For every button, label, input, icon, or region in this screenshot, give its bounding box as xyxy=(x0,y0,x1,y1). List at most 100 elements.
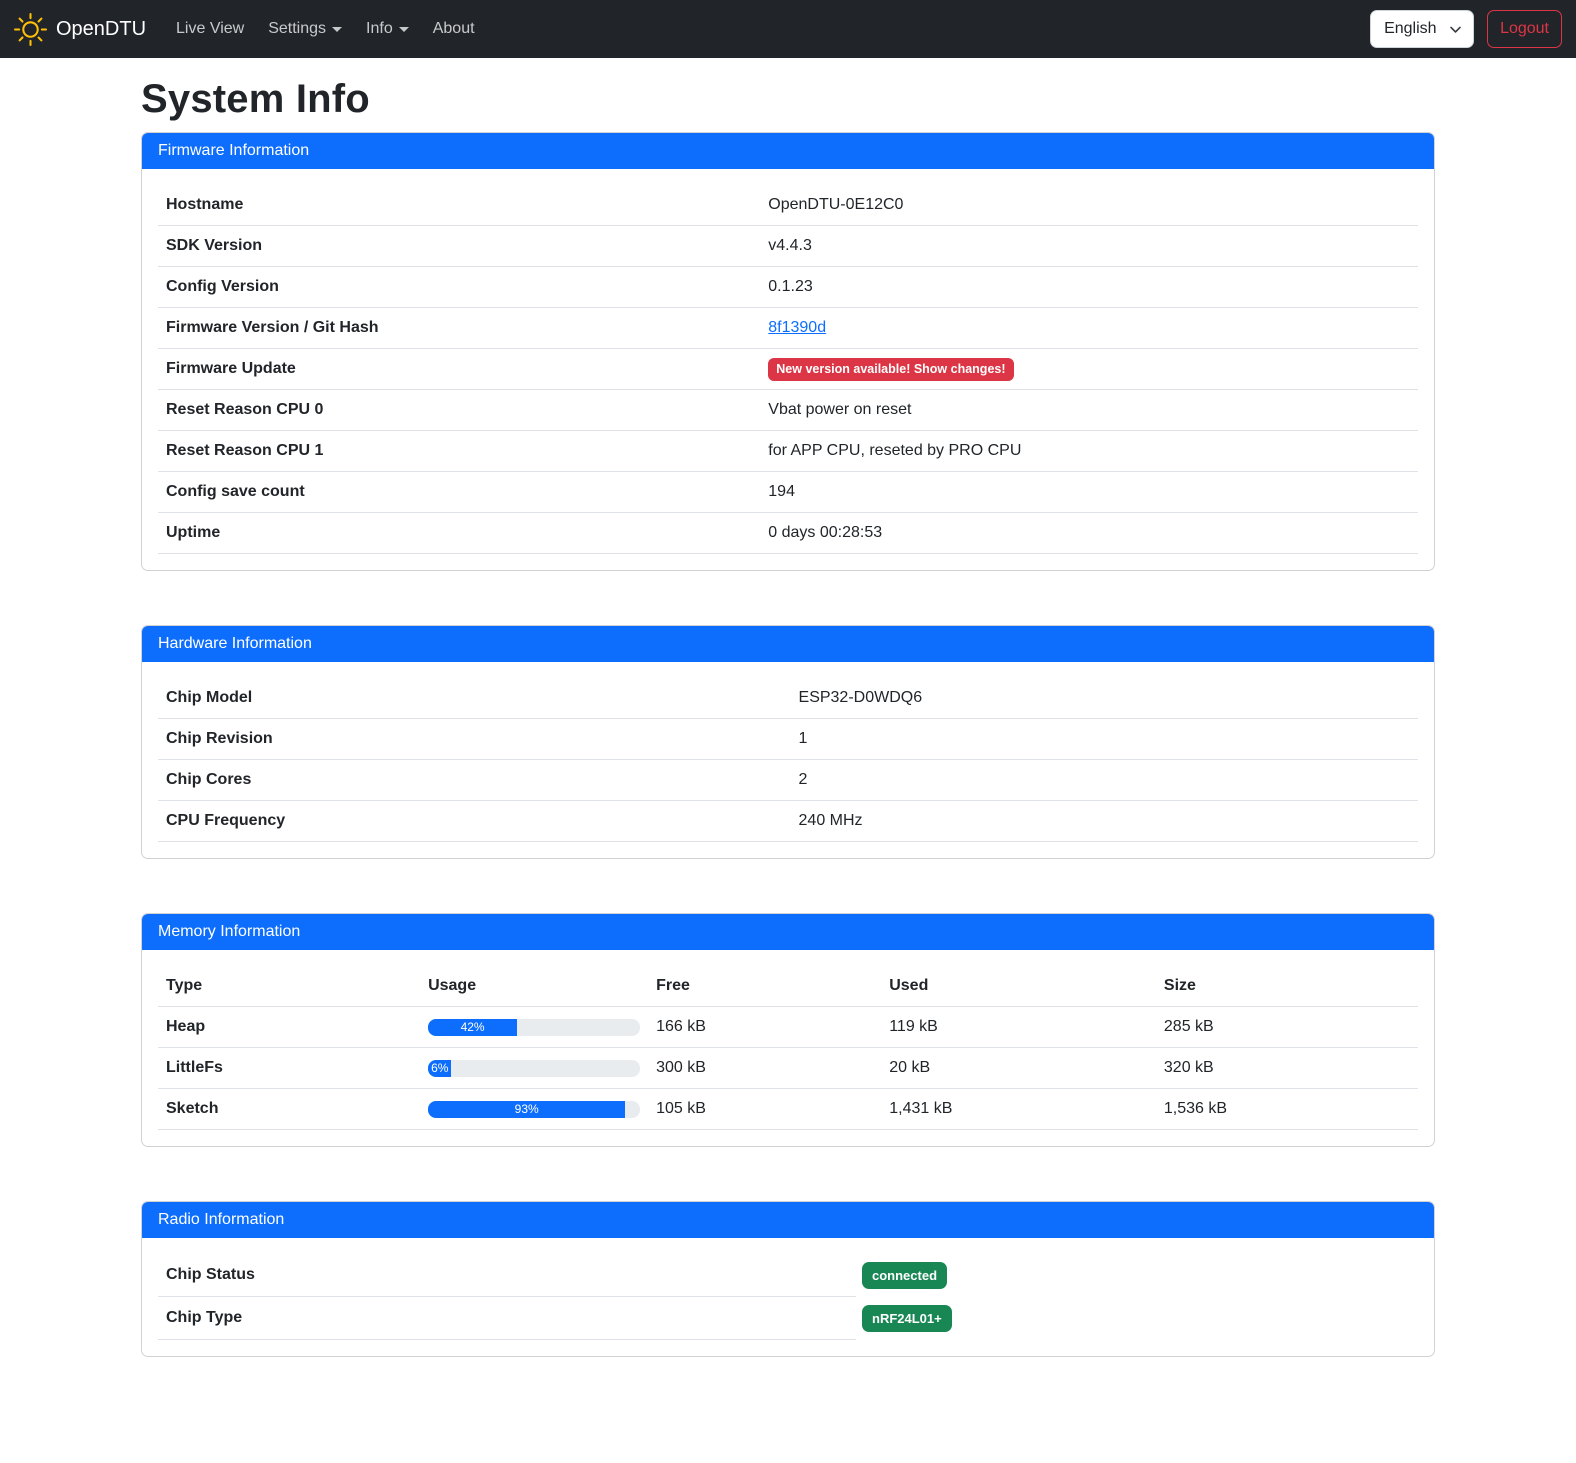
row-label: Chip Model xyxy=(158,678,791,719)
hardware-table: Chip Model ESP32-D0WDQ6 Chip Revision 1 … xyxy=(158,678,1418,842)
nav-links: Live View Settings Info About xyxy=(164,12,487,46)
chevron-down-icon xyxy=(1449,23,1462,36)
row-label: Hostname xyxy=(158,185,760,226)
nav-item-info[interactable]: Info xyxy=(358,12,417,46)
row-label: Firmware Update xyxy=(158,349,760,390)
memory-card-body: Type Usage Free Used Size Heap 42% xyxy=(142,950,1434,1146)
logout-button[interactable]: Logout xyxy=(1487,10,1562,48)
column-header: Used xyxy=(881,966,1156,1007)
row-value: New version available! Show changes! xyxy=(760,349,1418,390)
row-value: connected xyxy=(856,1254,947,1297)
column-header: Size xyxy=(1156,966,1418,1007)
row-label: Chip Type xyxy=(158,1297,856,1340)
table-row: Uptime 0 days 00:28:53 xyxy=(158,513,1418,554)
row-label: Heap xyxy=(158,1007,420,1048)
nav-item-about[interactable]: About xyxy=(425,12,483,46)
usage-cell: 6% xyxy=(420,1048,648,1089)
firmware-card: Firmware Information Hostname OpenDTU-0E… xyxy=(141,132,1435,571)
caret-down-icon xyxy=(332,27,342,32)
memory-card: Memory Information Type Usage Free Used … xyxy=(141,913,1435,1147)
hardware-card: Hardware Information Chip Model ESP32-D0… xyxy=(141,625,1435,859)
column-header: Free xyxy=(648,966,881,1007)
table-row: Reset Reason CPU 1 for APP CPU, reseted … xyxy=(158,431,1418,472)
sketch-usage-progress: 93% xyxy=(428,1101,640,1118)
table-row: Reset Reason CPU 0 Vbat power on reset xyxy=(158,390,1418,431)
hardware-card-header: Hardware Information xyxy=(142,626,1434,662)
table-row: Hostname OpenDTU-0E12C0 xyxy=(158,185,1418,226)
row-value: Vbat power on reset xyxy=(760,390,1418,431)
brand-link[interactable]: OpenDTU xyxy=(14,13,146,46)
free-value: 300 kB xyxy=(648,1048,881,1089)
row-value: nRF24L01+ xyxy=(856,1297,952,1340)
usage-cell: 93% xyxy=(420,1089,648,1130)
radio-card: Radio Information Chip Status connected … xyxy=(141,1201,1435,1357)
row-label: Reset Reason CPU 1 xyxy=(158,431,760,472)
free-value: 166 kB xyxy=(648,1007,881,1048)
usage-cell: 42% xyxy=(420,1007,648,1048)
table-row: Chip Type nRF24L01+ xyxy=(158,1297,1418,1340)
nav-item-settings[interactable]: Settings xyxy=(260,12,350,46)
size-value: 285 kB xyxy=(1156,1007,1418,1048)
row-label: SDK Version xyxy=(158,226,760,267)
navbar-right: English Logout xyxy=(1370,10,1562,48)
row-value: for APP CPU, reseted by PRO CPU xyxy=(760,431,1418,472)
row-value: 2 xyxy=(791,760,1418,801)
table-row: Firmware Update New version available! S… xyxy=(158,349,1418,390)
table-row: Sketch 93% 105 kB 1,431 kB 1,536 kB xyxy=(158,1089,1418,1130)
progress-bar-fill: 93% xyxy=(428,1101,625,1118)
caret-down-icon xyxy=(399,27,409,32)
main-content: System Info Firmware Information Hostnam… xyxy=(141,77,1435,1357)
brand-label: OpenDTU xyxy=(56,18,146,41)
row-value: 8f1390d xyxy=(760,308,1418,349)
row-label: CPU Frequency xyxy=(158,801,791,842)
littlefs-usage-progress: 6% xyxy=(428,1060,640,1077)
table-row: SDK Version v4.4.3 xyxy=(158,226,1418,267)
table-row: Chip Status connected xyxy=(158,1254,1418,1297)
row-label: Sketch xyxy=(158,1089,420,1130)
nav-item-live-view[interactable]: Live View xyxy=(168,12,252,46)
used-value: 1,431 kB xyxy=(881,1089,1156,1130)
table-header-row: Type Usage Free Used Size xyxy=(158,966,1418,1007)
nav-item-label: Info xyxy=(366,20,393,38)
row-label: Config save count xyxy=(158,472,760,513)
heap-usage-progress: 42% xyxy=(428,1019,640,1036)
memory-table: Type Usage Free Used Size Heap 42% xyxy=(158,966,1418,1130)
firmware-card-body: Hostname OpenDTU-0E12C0 SDK Version v4.4… xyxy=(142,169,1434,570)
table-row: Chip Revision 1 xyxy=(158,719,1418,760)
row-value: 0 days 00:28:53 xyxy=(760,513,1418,554)
row-label: Chip Status xyxy=(158,1254,856,1297)
language-selected-value: English xyxy=(1384,20,1436,38)
column-header: Usage xyxy=(420,966,648,1007)
table-row: Firmware Version / Git Hash 8f1390d xyxy=(158,308,1418,349)
table-row: Config save count 194 xyxy=(158,472,1418,513)
firmware-card-header: Firmware Information xyxy=(142,133,1434,169)
nav-item-label: About xyxy=(433,20,475,38)
language-select[interactable]: English xyxy=(1370,10,1474,48)
table-row: CPU Frequency 240 MHz xyxy=(158,801,1418,842)
nav-item-label: Live View xyxy=(176,20,244,38)
navbar: OpenDTU Live View Settings Info About En… xyxy=(0,0,1576,58)
table-row: Chip Model ESP32-D0WDQ6 xyxy=(158,678,1418,719)
row-value: 0.1.23 xyxy=(760,267,1418,308)
git-hash-link[interactable]: 8f1390d xyxy=(768,319,826,336)
table-row: Config Version 0.1.23 xyxy=(158,267,1418,308)
table-row: Heap 42% 166 kB 119 kB 285 kB xyxy=(158,1007,1418,1048)
row-label: Firmware Version / Git Hash xyxy=(158,308,760,349)
row-value: 194 xyxy=(760,472,1418,513)
firmware-update-badge[interactable]: New version available! Show changes! xyxy=(768,358,1013,381)
column-header: Type xyxy=(158,966,420,1007)
row-label: Reset Reason CPU 0 xyxy=(158,390,760,431)
row-label: Config Version xyxy=(158,267,760,308)
radio-card-header: Radio Information xyxy=(142,1202,1434,1238)
size-value: 320 kB xyxy=(1156,1048,1418,1089)
used-value: 119 kB xyxy=(881,1007,1156,1048)
size-value: 1,536 kB xyxy=(1156,1089,1418,1130)
chip-type-badge: nRF24L01+ xyxy=(862,1305,952,1332)
table-row: Chip Cores 2 xyxy=(158,760,1418,801)
table-row: LittleFs 6% 300 kB 20 kB 320 kB xyxy=(158,1048,1418,1089)
radio-card-body: Chip Status connected Chip Type nRF24L01… xyxy=(142,1238,1434,1356)
nav-item-label: Settings xyxy=(268,20,326,38)
row-value: v4.4.3 xyxy=(760,226,1418,267)
free-value: 105 kB xyxy=(648,1089,881,1130)
row-value: 240 MHz xyxy=(791,801,1418,842)
